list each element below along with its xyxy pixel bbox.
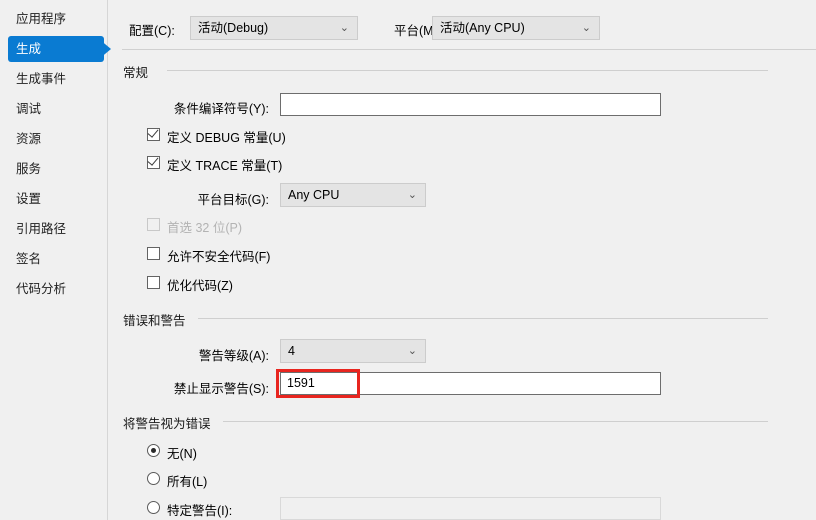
- sidebar-item-label: 引用路径: [16, 222, 67, 236]
- suppress-warnings-value: 1591: [287, 376, 315, 390]
- platform-target-dropdown[interactable]: Any CPU ⌄: [280, 183, 426, 207]
- configuration-dropdown[interactable]: 活动(Debug) ⌄: [190, 16, 358, 40]
- sidebar-item-label: 资源: [16, 132, 42, 146]
- errors-group-header: 错误和警告: [123, 310, 768, 329]
- conditional-symbols-input[interactable]: [280, 93, 661, 116]
- sidebar-item-reference-paths[interactable]: 引用路径: [0, 214, 107, 244]
- chevron-down-icon: ⌄: [339, 22, 349, 34]
- optimize-code-label: 优化代码(Z): [167, 279, 233, 293]
- header-divider: [122, 49, 816, 50]
- platform-dropdown[interactable]: 活动(Any CPU) ⌄: [432, 16, 600, 40]
- sidebar-item-settings[interactable]: 设置: [0, 184, 107, 214]
- sidebar-item-label: 设置: [16, 192, 42, 206]
- sidebar-item-label: 生成: [16, 42, 42, 56]
- warnings-none-label: 无(N): [167, 447, 197, 461]
- checkbox-checked-icon[interactable]: [147, 126, 160, 141]
- checkbox-unchecked-icon[interactable]: [147, 276, 160, 289]
- general-group-title: 常规: [123, 62, 157, 81]
- warning-level-dropdown[interactable]: 4 ⌄: [280, 339, 426, 363]
- suppress-warnings-label: 禁止显示警告(S):: [173, 382, 269, 396]
- sidebar-item-label: 服务: [16, 162, 42, 176]
- errors-group-divider: [198, 318, 768, 319]
- warning-level-value: 4: [288, 344, 295, 358]
- define-debug-label: 定义 DEBUG 常量(U): [167, 131, 286, 145]
- suppress-warnings-input[interactable]: 1591: [280, 372, 661, 395]
- sidebar: 应用程序 生成 生成事件 调试 资源 服务 设置 引用路径 签名 代码分析: [0, 0, 111, 520]
- sidebar-item-code-analysis[interactable]: 代码分析: [0, 274, 107, 304]
- radio-unselected-icon[interactable]: [147, 472, 160, 485]
- sidebar-item-application[interactable]: 应用程序: [0, 4, 107, 34]
- define-trace-label: 定义 TRACE 常量(T): [167, 159, 283, 173]
- warnings-as-errors-group-header: 将警告视为错误: [123, 413, 768, 432]
- sidebar-item-label: 应用程序: [16, 12, 67, 26]
- chevron-down-icon: ⌄: [407, 345, 417, 357]
- platform-target-value: Any CPU: [288, 188, 340, 202]
- warnings-as-errors-group-divider: [223, 421, 768, 422]
- warnings-as-errors-group-title: 将警告视为错误: [123, 413, 219, 432]
- sidebar-item-label: 生成事件: [16, 72, 67, 86]
- sidebar-item-build[interactable]: 生成: [0, 34, 111, 64]
- warnings-all-label: 所有(L): [167, 475, 208, 489]
- sidebar-item-build-events[interactable]: 生成事件: [0, 64, 107, 94]
- sidebar-item-label: 代码分析: [16, 282, 67, 296]
- configuration-row: 配置(C): 活动(Debug) ⌄ 平台(M): 活动(Any CPU) ⌄: [122, 16, 802, 42]
- configuration-dropdown-value: 活动(Debug): [198, 21, 269, 35]
- specific-warnings-input: [280, 497, 661, 520]
- conditional-symbols-label: 条件编译符号(Y):: [173, 102, 269, 116]
- radio-selected-icon[interactable]: [147, 444, 160, 457]
- general-group-divider: [167, 70, 768, 71]
- radio-unselected-icon[interactable]: [147, 501, 160, 514]
- allow-unsafe-code-label: 允许不安全代码(F): [167, 250, 271, 264]
- sidebar-selection-arrow-icon: [99, 39, 111, 59]
- checkbox-unchecked-disabled-icon: [147, 218, 160, 231]
- platform-dropdown-value: 活动(Any CPU): [440, 21, 525, 35]
- sidebar-item-resources[interactable]: 资源: [0, 124, 107, 154]
- checkbox-checked-icon[interactable]: [147, 154, 160, 169]
- sidebar-item-label: 调试: [16, 102, 42, 116]
- project-properties-window: 应用程序 生成 生成事件 调试 资源 服务 设置 引用路径 签名 代码分析 配置…: [0, 0, 816, 520]
- warnings-specific-label: 特定警告(I):: [167, 504, 233, 518]
- platform-target-label: 平台目标(G):: [197, 193, 269, 207]
- sidebar-item-label: 签名: [16, 252, 42, 266]
- build-settings-pane: 配置(C): 活动(Debug) ⌄ 平台(M): 活动(Any CPU) ⌄ …: [109, 0, 816, 520]
- general-group-header: 常规: [123, 62, 768, 81]
- configuration-label: 配置(C):: [129, 24, 175, 38]
- errors-group-title: 错误和警告: [123, 310, 194, 329]
- sidebar-item-services[interactable]: 服务: [0, 154, 107, 184]
- checkbox-unchecked-icon[interactable]: [147, 247, 160, 260]
- prefer-32bit-label: 首选 32 位(P): [167, 221, 243, 235]
- warning-level-label: 警告等级(A):: [198, 349, 269, 363]
- chevron-down-icon: ⌄: [407, 189, 417, 201]
- chevron-down-icon: ⌄: [581, 22, 591, 34]
- sidebar-item-debug[interactable]: 调试: [0, 94, 107, 124]
- sidebar-item-signing[interactable]: 签名: [0, 244, 107, 274]
